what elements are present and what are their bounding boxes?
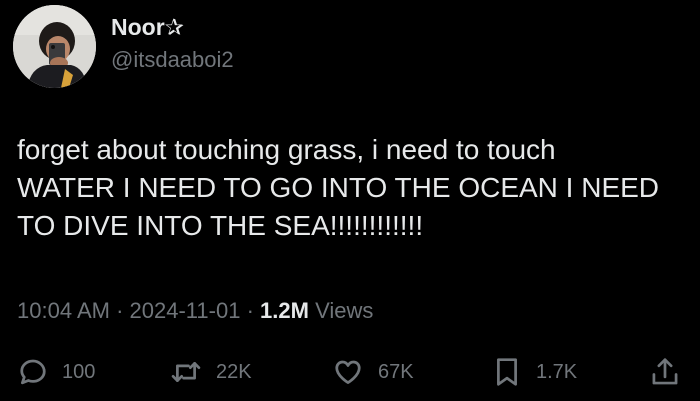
display-name[interactable]: Noor✰: [111, 14, 184, 41]
views-label: Views: [315, 298, 374, 323]
meta-separator: ·: [246, 298, 254, 323]
tweet: Noor✰ @itsdaaboi2 forget about touching …: [0, 0, 700, 401]
tweet-meta: 10:04 AM · 2024-11-01 · 1.2M Views: [17, 298, 373, 324]
views-count: 1.2M: [260, 298, 309, 323]
meta-separator: ·: [116, 298, 124, 323]
user-handle[interactable]: @itsdaaboi2: [111, 47, 234, 73]
tweet-text-line: forget about touching grass, i need to t…: [17, 134, 556, 165]
like-count: 67K: [378, 360, 414, 383]
tweet-date[interactable]: 2024-11-01: [130, 298, 241, 323]
bookmark-button[interactable]: 1.7K: [492, 352, 577, 392]
like-button[interactable]: 67K: [332, 352, 414, 392]
bookmark-icon: [492, 356, 522, 388]
action-bar: 100 22K 67K 1.7K: [0, 352, 700, 392]
reply-icon: [18, 357, 48, 387]
tweet-text-line: TO DIVE INTO THE SEA!!!!!!!!!!!!: [17, 210, 424, 241]
repost-icon: [170, 357, 202, 387]
repost-button[interactable]: 22K: [170, 352, 252, 392]
avatar[interactable]: [13, 5, 96, 88]
display-name-text: Noor: [111, 14, 165, 40]
tweet-text-line: WATER I NEED TO GO INTO THE OCEAN I NEED: [17, 172, 660, 203]
tweet-time[interactable]: 10:04 AM: [17, 298, 110, 323]
share-icon: [650, 356, 680, 388]
share-button[interactable]: [650, 352, 680, 392]
heart-icon: [332, 357, 364, 387]
tweet-text: forget about touching grass, i need to t…: [17, 131, 687, 245]
bookmark-count: 1.7K: [536, 360, 578, 383]
reply-count: 100: [62, 360, 96, 383]
reply-button[interactable]: 100: [18, 352, 95, 392]
star-badge-icon: ✰: [164, 14, 184, 40]
repost-count: 22K: [216, 360, 252, 383]
